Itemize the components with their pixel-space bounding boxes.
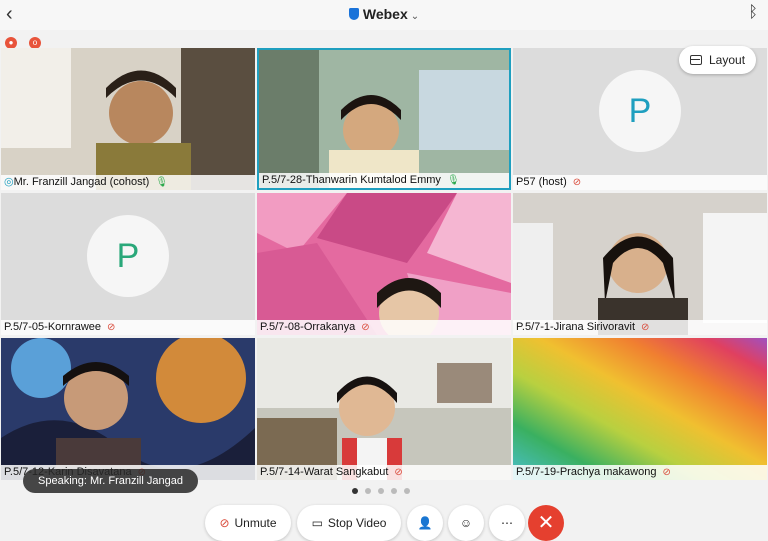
cohost-icon: ◎ bbox=[4, 176, 14, 188]
shield-icon bbox=[348, 8, 359, 20]
stop-video-button[interactable]: ▭ Stop Video bbox=[297, 505, 401, 541]
video-tile[interactable]: P.5/7-08-Orrakanya ⊘ bbox=[257, 193, 511, 335]
more-icon: ⋯ bbox=[501, 516, 513, 530]
participant-video bbox=[257, 338, 511, 480]
video-tile[interactable]: ◎Mr. Franzill Jangad (cohost) 🎙 bbox=[1, 48, 255, 190]
participant-video bbox=[1, 48, 255, 190]
participants-icon: 👤 bbox=[417, 516, 433, 530]
video-tile[interactable]: P.5/7-12-Karin Disavatana⊘ bbox=[1, 338, 255, 480]
participants-button[interactable]: 👤 bbox=[407, 505, 443, 541]
close-icon: ✕ bbox=[537, 512, 555, 534]
page-dot[interactable] bbox=[404, 488, 410, 494]
participant-name: ◎Mr. Franzill Jangad (cohost) 🎙 bbox=[1, 175, 255, 190]
video-camera-icon: ▭ bbox=[311, 516, 323, 530]
unmute-button[interactable]: ⊘ Unmute bbox=[205, 505, 291, 541]
participant-video bbox=[513, 338, 767, 480]
video-tile[interactable]: P P.5/7-05-Kornrawee ⊘ bbox=[1, 193, 255, 335]
participant-name: P.5/7-19-Prachya makawong ⊘ bbox=[513, 465, 767, 480]
participant-video bbox=[513, 193, 767, 335]
video-tile-active-speaker[interactable]: P.5/7-28-Thanwarin Kumtalod Emmy 🎙 bbox=[257, 48, 511, 190]
mic-muted-icon: ⊘ bbox=[219, 516, 230, 530]
mic-on-icon: 🎙 bbox=[446, 175, 460, 186]
bluetooth-icon: ᛒ bbox=[748, 4, 758, 21]
avatar: P bbox=[599, 70, 681, 152]
active-speaker-toast: Speaking: Mr. Franzill Jangad bbox=[23, 469, 198, 493]
avatar: P bbox=[87, 215, 169, 297]
mic-muted-icon: ⊘ bbox=[662, 467, 671, 478]
page-dot[interactable] bbox=[391, 488, 397, 494]
participant-name: P.5/7-05-Kornrawee ⊘ bbox=[1, 320, 255, 335]
meeting-title[interactable]: Webex ⌄ bbox=[0, 6, 768, 22]
layout-button[interactable]: Layout bbox=[679, 46, 756, 74]
mic-muted-icon: ⊘ bbox=[394, 467, 403, 478]
chevron-down-icon: ⌄ bbox=[410, 11, 420, 22]
participant-name: P.5/7-08-Orrakanya ⊘ bbox=[257, 320, 511, 335]
participant-name: P.5/7-1-Jirana Sirivoravit ⊘ bbox=[513, 320, 767, 335]
reactions-button[interactable]: ☺ bbox=[448, 505, 484, 541]
video-tile[interactable]: P.5/7-1-Jirana Sirivoravit ⊘ bbox=[513, 193, 767, 335]
participant-name: P.5/7-28-Thanwarin Kumtalod Emmy 🎙 bbox=[259, 173, 509, 188]
mic-muted-icon: ⊘ bbox=[572, 177, 582, 188]
page-dot[interactable] bbox=[352, 488, 358, 494]
video-tile[interactable]: P.5/7-19-Prachya makawong ⊘ bbox=[513, 338, 767, 480]
page-indicator[interactable] bbox=[352, 481, 417, 499]
participant-name: P.5/7-14-Warat Sangkabut ⊘ bbox=[257, 465, 511, 480]
end-call-button[interactable]: ✕ bbox=[528, 505, 564, 541]
top-bar: ‹ Webex ⌄ ᛒ bbox=[0, 0, 768, 30]
page-dot[interactable] bbox=[365, 488, 371, 494]
participant-video bbox=[259, 50, 509, 188]
participant-name: P57 (host) ⊘ bbox=[513, 175, 767, 190]
page-dot[interactable] bbox=[378, 488, 384, 494]
participant-video bbox=[257, 193, 511, 335]
mic-on-icon: 🎙 bbox=[155, 177, 169, 188]
participant-video bbox=[1, 338, 255, 480]
layout-grid-icon bbox=[690, 55, 702, 65]
mic-muted-icon: ⊘ bbox=[361, 322, 370, 333]
mic-muted-icon: ⊘ bbox=[641, 322, 650, 333]
video-tile[interactable]: P.5/7-14-Warat Sangkabut ⊘ bbox=[257, 338, 511, 480]
smiley-icon: ☺ bbox=[459, 516, 473, 530]
mic-muted-icon: ⊘ bbox=[107, 322, 116, 333]
more-options-button[interactable]: ⋯ bbox=[489, 505, 525, 541]
